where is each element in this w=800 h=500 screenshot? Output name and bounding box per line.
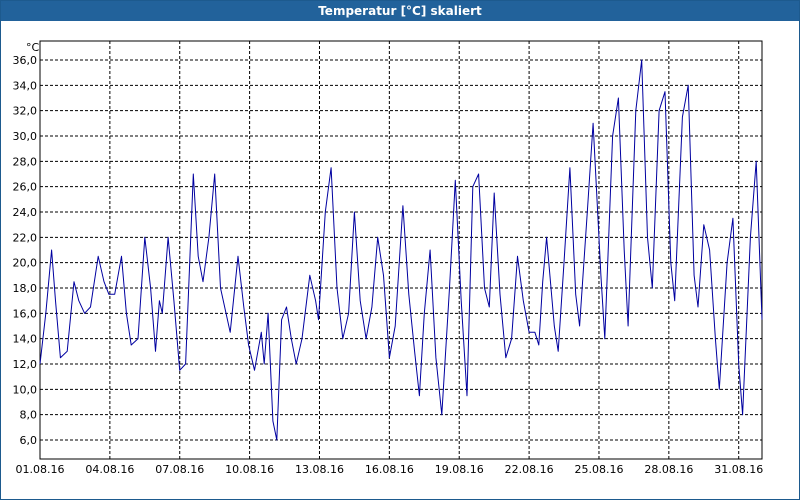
- y-tick-label: 16,0: [13, 307, 38, 320]
- x-tick-label: 25.08.16: [574, 463, 623, 476]
- temperature-chart: 6,0 8,0 10,0 12,0 14,0 16,0 18,0 20,0 22,0 24,0 26…: [13, 40, 763, 476]
- y-tick-label: 20,0: [13, 257, 38, 270]
- x-tick-label: 07.08.16: [155, 463, 204, 476]
- y-tick-label: 14,0: [13, 333, 38, 346]
- y-tick-label: 24,0: [13, 206, 38, 219]
- y-tick-label: 26,0: [13, 181, 38, 194]
- y-tick-label: 32,0: [13, 105, 38, 118]
- x-tick-label: 28.08.16: [644, 463, 693, 476]
- y-tick-label: 12,0: [13, 358, 38, 371]
- x-tick-label: 01.08.16: [16, 463, 65, 476]
- x-tick-label: 22.08.16: [505, 463, 554, 476]
- y-tick-label: 36,0: [13, 54, 38, 67]
- x-tick-label: 16.08.16: [365, 463, 414, 476]
- x-tick-label: 13.08.16: [295, 463, 344, 476]
- x-tick-label: 04.08.16: [85, 463, 134, 476]
- x-tick-label: 31.08.16: [714, 463, 763, 476]
- window-title: Temperatur [°C] skaliert: [1, 1, 799, 21]
- y-tick-label: 10,0: [13, 383, 38, 396]
- x-tick-label: 19.08.16: [435, 463, 484, 476]
- y-tick-label: 6,0: [20, 434, 38, 447]
- y-tick-label: 18,0: [13, 282, 38, 295]
- y-tick-label: 30,0: [13, 130, 38, 143]
- y-tick-label: 22,0: [13, 231, 38, 244]
- chart-window: Temperatur [°C] skaliert 6,0 8,0 10,0 12,0 1…: [0, 0, 800, 500]
- x-tick-label: 10.08.16: [225, 463, 274, 476]
- y-axis-unit-label: °C: [26, 41, 40, 54]
- y-tick-label: 8,0: [20, 409, 38, 422]
- y-tick-label: 34,0: [13, 79, 38, 92]
- y-tick-label: 28,0: [13, 155, 38, 168]
